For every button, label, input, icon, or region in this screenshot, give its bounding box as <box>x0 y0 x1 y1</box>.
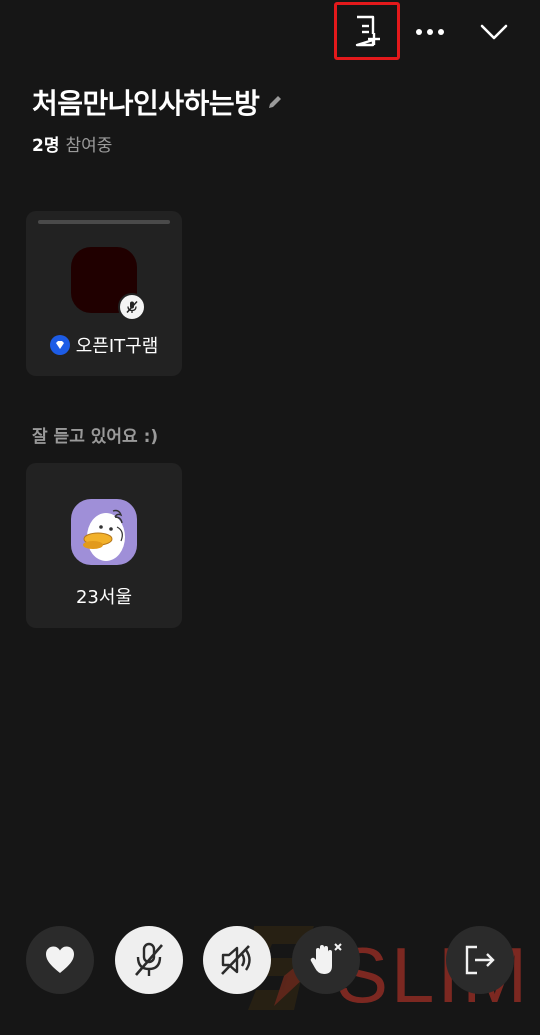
chevron-down-icon <box>480 24 508 40</box>
add-note-button[interactable] <box>334 2 400 60</box>
voice-room-screen: 처음만나인사하는방 2명 참여중 오픈IT구램 잘 듣고 있어요:) 23서울… <box>0 0 540 1035</box>
speaking-indicator <box>38 220 170 224</box>
heart-icon <box>46 946 74 973</box>
listener-name-text: 23서울 <box>75 587 133 608</box>
speaker-card[interactable]: 오픈IT구램 <box>26 211 182 376</box>
listener-name: 23서울 <box>26 583 182 609</box>
listener-card[interactable]: 23서울 <box>26 463 182 628</box>
pencil-icon <box>269 96 282 108</box>
like-button[interactable] <box>26 926 94 994</box>
note-add-icon <box>355 15 380 47</box>
edit-title-button[interactable] <box>267 94 283 110</box>
exit-icon <box>465 945 495 975</box>
speaker-toggle-button[interactable] <box>203 926 271 994</box>
duck-character-icon <box>83 509 125 561</box>
room-title: 처음만나인사하는방 <box>32 82 283 122</box>
speaker-name: 오픈IT구램 <box>26 332 182 358</box>
speaker-name-text: 오픈IT구램 <box>75 336 159 357</box>
mic-off-icon <box>126 300 138 314</box>
mic-muted-badge <box>118 293 146 321</box>
exit-room-button[interactable] <box>446 926 514 994</box>
listeners-section-label: 잘 듣고 있어요 :) <box>32 427 159 447</box>
mic-toggle-button[interactable] <box>115 926 183 994</box>
mic-off-icon <box>135 942 163 976</box>
raise-hand-icon <box>310 943 342 974</box>
avatar <box>71 499 137 565</box>
room-title-text: 처음만나인사하는방 <box>32 87 260 120</box>
participant-status: 2명 참여중 <box>32 131 112 156</box>
diamond-badge-icon <box>49 335 70 355</box>
more-horizontal-icon <box>416 29 444 35</box>
speaker-off-icon <box>221 945 251 975</box>
participant-count: 2명 <box>32 136 60 156</box>
more-options-button[interactable] <box>408 12 452 52</box>
collapse-button[interactable] <box>474 12 514 52</box>
participant-status-label: 참여중 <box>65 136 113 156</box>
raise-hand-button[interactable] <box>292 926 360 994</box>
